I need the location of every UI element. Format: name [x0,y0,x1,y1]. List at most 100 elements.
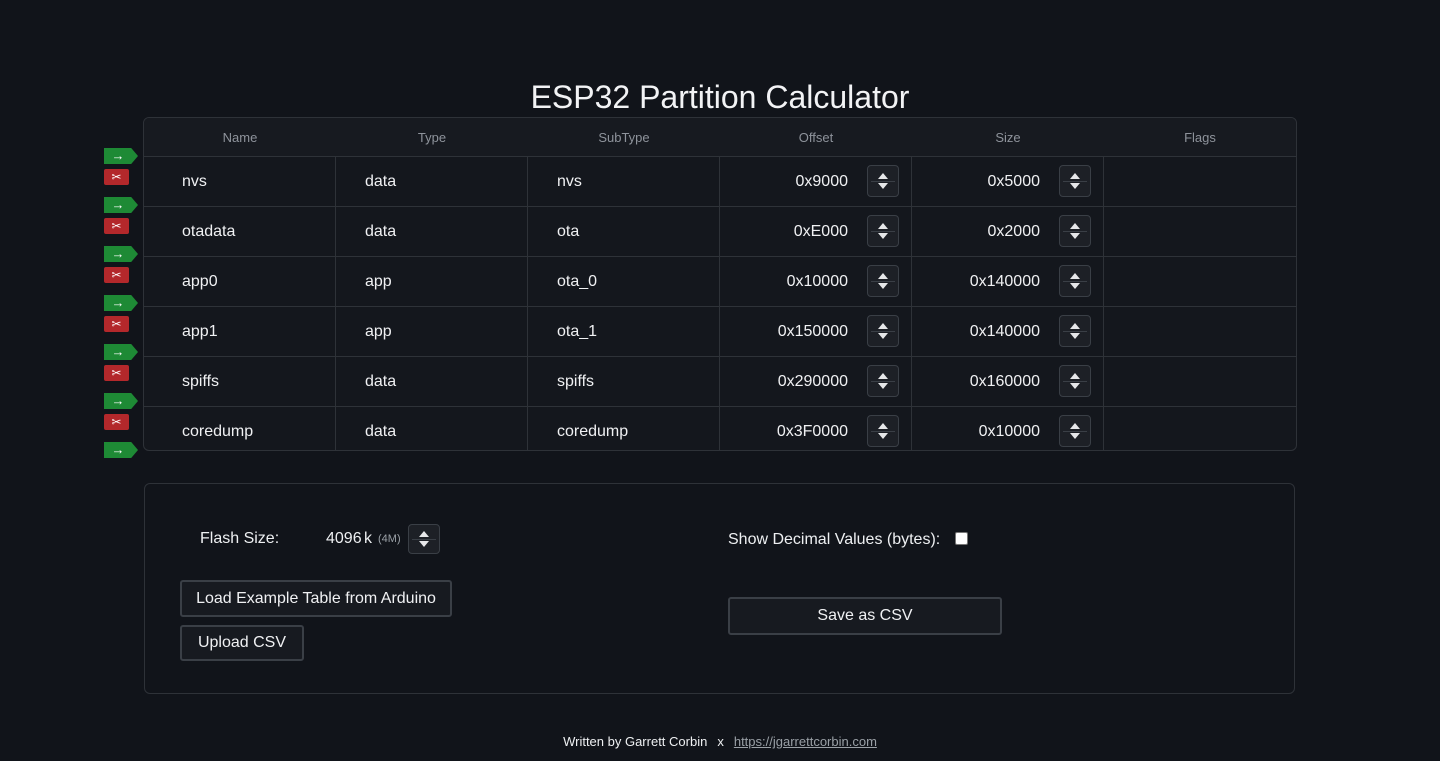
offset-cell-value[interactable]: 0x290000 [778,373,848,391]
name-cell-value[interactable]: spiffs [182,373,219,391]
flash-size-stepper[interactable] [408,524,440,554]
offset-cell-value[interactable]: 0x10000 [787,273,848,291]
arrow-up-icon[interactable] [878,273,888,279]
offset-cell[interactable]: 0x9000 [720,157,912,206]
flags-cell[interactable] [1104,357,1296,406]
name-cell[interactable]: otadata [144,207,336,256]
subtype-cell[interactable]: ota_0 [528,257,720,306]
size-cell[interactable]: 0x10000 [912,407,1104,450]
arrow-down-icon[interactable] [878,333,888,339]
offset-cell[interactable]: 0xE000 [720,207,912,256]
arrow-up-icon[interactable] [419,531,429,537]
subtype-cell[interactable]: spiffs [528,357,720,406]
offset-cell-stepper[interactable] [867,365,899,397]
subtype-cell-value[interactable]: ota [557,223,579,241]
arrow-up-icon[interactable] [1070,423,1080,429]
offset-cell-stepper[interactable] [867,415,899,447]
name-cell[interactable]: app0 [144,257,336,306]
size-cell-value[interactable]: 0x140000 [970,273,1040,291]
offset-cell-value[interactable]: 0x150000 [778,323,848,341]
subtype-cell-value[interactable]: ota_1 [557,323,597,341]
name-cell-value[interactable]: nvs [182,173,207,191]
size-cell[interactable]: 0x140000 [912,307,1104,356]
arrow-up-icon[interactable] [878,373,888,379]
delete-row-button[interactable]: ✂ [104,218,129,234]
size-cell-value[interactable]: 0x140000 [970,323,1040,341]
size-cell[interactable]: 0x160000 [912,357,1104,406]
subtype-cell[interactable]: ota_1 [528,307,720,356]
type-cell[interactable]: app [336,307,528,356]
delete-row-button[interactable]: ✂ [104,267,129,283]
arrow-up-icon[interactable] [1070,323,1080,329]
insert-row-button[interactable]: → [104,344,138,360]
type-cell[interactable]: data [336,357,528,406]
name-cell[interactable]: coredump [144,407,336,450]
size-cell-stepper[interactable] [1059,315,1091,347]
arrow-up-icon[interactable] [1070,373,1080,379]
arrow-down-icon[interactable] [1070,183,1080,189]
offset-cell-stepper[interactable] [867,315,899,347]
arrow-down-icon[interactable] [878,183,888,189]
arrow-up-icon[interactable] [878,423,888,429]
type-cell[interactable]: data [336,407,528,450]
arrow-down-icon[interactable] [1070,283,1080,289]
flash-size-input[interactable]: 4096 [326,530,362,548]
type-cell-value[interactable]: data [365,373,396,391]
arrow-down-icon[interactable] [878,433,888,439]
name-cell-value[interactable]: app0 [182,273,218,291]
delete-row-button[interactable]: ✂ [104,365,129,381]
size-cell[interactable]: 0x2000 [912,207,1104,256]
arrow-down-icon[interactable] [1070,433,1080,439]
subtype-cell-value[interactable]: ota_0 [557,273,597,291]
arrow-up-icon[interactable] [878,173,888,179]
size-cell-stepper[interactable] [1059,165,1091,197]
flags-cell[interactable] [1104,157,1296,206]
arrow-down-icon[interactable] [419,541,429,547]
offset-cell-value[interactable]: 0x3F0000 [777,423,848,441]
footer-link[interactable]: https://jgarrettcorbin.com [734,734,877,749]
arrow-down-icon[interactable] [878,383,888,389]
offset-cell[interactable]: 0x150000 [720,307,912,356]
arrow-up-icon[interactable] [878,223,888,229]
delete-row-button[interactable]: ✂ [104,414,129,430]
insert-row-button[interactable]: → [104,148,138,164]
insert-row-button[interactable]: → [104,442,138,458]
arrow-down-icon[interactable] [878,233,888,239]
size-cell-value[interactable]: 0x2000 [988,223,1041,241]
subtype-cell[interactable]: ota [528,207,720,256]
size-cell-stepper[interactable] [1059,365,1091,397]
type-cell[interactable]: data [336,157,528,206]
type-cell-value[interactable]: data [365,423,396,441]
offset-cell-stepper[interactable] [867,215,899,247]
name-cell-value[interactable]: app1 [182,323,218,341]
type-cell-value[interactable]: data [365,173,396,191]
insert-row-button[interactable]: → [104,393,138,409]
subtype-cell-value[interactable]: spiffs [557,373,594,391]
offset-cell-value[interactable]: 0xE000 [794,223,848,241]
offset-cell-stepper[interactable] [867,265,899,297]
subtype-cell-value[interactable]: coredump [557,423,628,441]
arrow-down-icon[interactable] [878,283,888,289]
subtype-cell-value[interactable]: nvs [557,173,582,191]
offset-cell[interactable]: 0x290000 [720,357,912,406]
offset-cell[interactable]: 0x10000 [720,257,912,306]
arrow-down-icon[interactable] [1070,383,1080,389]
offset-cell-value[interactable]: 0x9000 [796,173,849,191]
size-cell-value[interactable]: 0x160000 [970,373,1040,391]
arrow-down-icon[interactable] [1070,333,1080,339]
show-decimal-checkbox[interactable] [955,532,968,545]
flags-cell[interactable] [1104,307,1296,356]
size-cell-stepper[interactable] [1059,265,1091,297]
delete-row-button[interactable]: ✂ [104,169,129,185]
size-cell-stepper[interactable] [1059,415,1091,447]
size-cell-value[interactable]: 0x10000 [979,423,1040,441]
arrow-up-icon[interactable] [878,323,888,329]
subtype-cell[interactable]: nvs [528,157,720,206]
name-cell[interactable]: spiffs [144,357,336,406]
insert-row-button[interactable]: → [104,295,138,311]
arrow-up-icon[interactable] [1070,273,1080,279]
offset-cell-stepper[interactable] [867,165,899,197]
type-cell[interactable]: data [336,207,528,256]
type-cell[interactable]: app [336,257,528,306]
arrow-up-icon[interactable] [1070,173,1080,179]
